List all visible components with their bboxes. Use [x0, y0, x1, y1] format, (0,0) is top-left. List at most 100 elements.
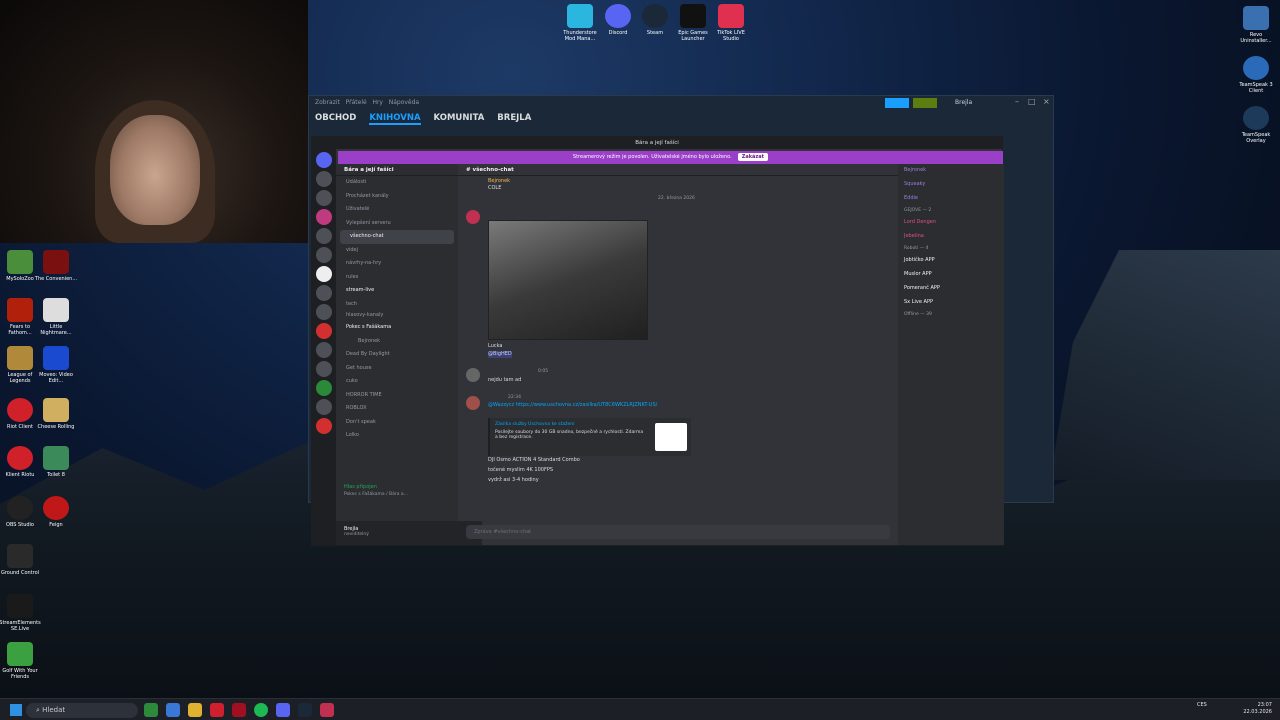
voice-channel-get-house[interactable]: Get house [336, 362, 458, 376]
maximize-icon[interactable]: □ [1028, 97, 1036, 106]
desktop-icon-ground-control[interactable]: Ground Control [0, 544, 42, 576]
app-icon[interactable] [210, 703, 224, 717]
voice-channel-horror[interactable]: HORROR TIME [336, 389, 458, 403]
server-icon[interactable] [316, 361, 332, 377]
category-voice[interactable]: hlasovy-kanaly [336, 311, 458, 321]
server-icon[interactable] [316, 323, 332, 339]
server-icon-home[interactable] [316, 152, 332, 168]
desktop-icon-teamspeak[interactable]: TeamSpeak 3 Client [1234, 56, 1278, 94]
close-icon[interactable]: × [1043, 97, 1050, 106]
server-icon[interactable] [316, 247, 332, 263]
voice-channel-cuko[interactable]: cuko [336, 375, 458, 389]
avatar[interactable] [466, 396, 480, 410]
spotify-icon[interactable] [254, 703, 268, 717]
desktop-icon-feign[interactable]: Feign [34, 496, 78, 528]
server-icon[interactable] [316, 342, 332, 358]
server-name[interactable]: Bára a její fašíci [336, 164, 458, 176]
discord-taskbar-icon[interactable] [276, 703, 290, 717]
desktop-icon-tiktok[interactable]: TikTok LIVE Studio [709, 4, 753, 42]
member-item[interactable]: Sx Live APP [898, 296, 1004, 310]
menu-browse-channels[interactable]: Procházet kanály [336, 190, 458, 204]
member-item[interactable]: Lord Dengen [898, 216, 1004, 230]
message-author[interactable]: Bejronek [488, 178, 510, 185]
member-item[interactable]: Eddie [898, 192, 1004, 206]
voice-channel-pokec[interactable]: Pokec s Fašákama [336, 321, 458, 335]
menu-events[interactable]: Události [336, 176, 458, 190]
voice-user-bejronek[interactable]: Bejronek [336, 335, 458, 349]
steam-nav-profile[interactable]: BREJLA [497, 113, 531, 123]
clock-time[interactable]: 23:07 [1258, 702, 1272, 708]
server-icon[interactable] [316, 266, 332, 282]
member-item[interactable]: Pomeranč APP [898, 282, 1004, 296]
desktop-icon-teamspeak-overlay[interactable]: TeamSpeak Overlay [1234, 106, 1278, 144]
channel-tech[interactable]: tech [336, 298, 458, 312]
system-tray[interactable]: CES 23:07 22.03.2026 [1197, 702, 1272, 716]
message-link[interactable]: @Wazzycz https://www.uschovna.cz/zasilka… [488, 402, 657, 409]
steam-menu-help[interactable]: Nápověda [389, 99, 419, 106]
channel-videj[interactable]: videj [336, 244, 458, 258]
voice-channel-dbd[interactable]: Dead By Daylight [336, 348, 458, 362]
chrome-icon[interactable] [166, 703, 180, 717]
member-item[interactable]: Jobtičko APP [898, 254, 1004, 268]
message-mention[interactable]: @BigHED [488, 351, 512, 358]
desktop-icon-golf[interactable]: Golf With Your Friends [0, 642, 42, 680]
voice-channel-dont-speak[interactable]: Don't speak [336, 416, 458, 430]
desktop-icon-moveo[interactable]: Moveo: Video Edit... [34, 346, 78, 384]
steam-nav-store[interactable]: OBCHOD [315, 113, 356, 123]
desktop-icon-toilet[interactable]: Toilet 8 [34, 446, 78, 478]
desktop-icon-convenience[interactable]: The Convenien... [34, 250, 78, 282]
desktop-icon-cheese[interactable]: Cheese Rolling [34, 398, 78, 430]
steam-menu-friends[interactable]: Přátelé [346, 99, 367, 106]
member-item[interactable]: Bejronek [898, 164, 1004, 178]
desktop-icon-little-nightmares[interactable]: Little Nightmare... [34, 298, 78, 336]
app-icon[interactable] [320, 703, 334, 717]
server-icon[interactable] [316, 190, 332, 206]
steam-menu-games[interactable]: Hry [372, 99, 383, 106]
banner-disable-button[interactable]: Zakázat [737, 153, 769, 161]
message-image[interactable] [488, 220, 648, 340]
server-icon[interactable] [316, 380, 332, 396]
channel-vsechno-chat[interactable]: všechno-chat [340, 230, 454, 244]
server-icon[interactable] [316, 418, 332, 434]
avatar[interactable] [466, 210, 480, 224]
steam-menu-view[interactable]: Zobrazit [315, 99, 340, 106]
server-icon[interactable] [316, 209, 332, 225]
steam-notify-icon[interactable] [913, 98, 937, 108]
channel-stream-live[interactable]: stream-live [336, 284, 458, 298]
app-icon[interactable] [232, 703, 246, 717]
message-input[interactable]: Zpráva #všechno-chat [466, 525, 890, 539]
steam-broadcast-icon[interactable] [885, 98, 909, 108]
discord-window[interactable]: Bára a její fašíci Streamerový režim je … [311, 136, 1004, 546]
desktop-icon-streamelements[interactable]: StreamElements SE.Live [0, 594, 42, 632]
voice-connected-status[interactable]: Hlas připojen [344, 484, 377, 490]
steam-nav-community[interactable]: KOMUNITA [434, 113, 485, 123]
member-item[interactable]: Jebelina [898, 230, 1004, 244]
language-indicator[interactable]: CES [1197, 702, 1207, 708]
menu-members[interactable]: Uživatelé [336, 203, 458, 217]
server-icon[interactable] [316, 171, 332, 187]
member-item[interactable]: Muslor APP [898, 268, 1004, 282]
desktop-icon-revo[interactable]: Revo Uninstaller... [1234, 6, 1278, 44]
server-icon[interactable] [316, 228, 332, 244]
xbox-icon[interactable] [144, 703, 158, 717]
link-embed[interactable]: Zásilka služby Úschovna ke stažení Posíl… [488, 418, 691, 456]
channel-rules[interactable]: rules [336, 271, 458, 285]
voice-channel-lolko[interactable]: Lolko [336, 429, 458, 443]
menu-server-boost[interactable]: Vylepšení serveru [336, 217, 458, 231]
steam-user-name[interactable]: Brejla [955, 99, 972, 106]
channel-navrhy[interactable]: návrhy-na-hry [336, 257, 458, 271]
voice-channel-roblox[interactable]: ROBLOX [336, 402, 458, 416]
server-icon[interactable] [316, 285, 332, 301]
explorer-icon[interactable] [188, 703, 202, 717]
minimize-icon[interactable]: – [1015, 97, 1019, 106]
taskbar-search[interactable]: ⌕ Hledat [26, 703, 138, 718]
steam-taskbar-icon[interactable] [298, 703, 312, 717]
server-icon[interactable] [316, 399, 332, 415]
steam-nav-library[interactable]: KNIHOVNA [369, 113, 421, 125]
clock-date[interactable]: 22.03.2026 [1243, 709, 1272, 715]
streamer-face [110, 115, 200, 225]
avatar[interactable] [466, 368, 480, 382]
start-icon[interactable] [10, 704, 22, 716]
server-icon[interactable] [316, 304, 332, 320]
member-item[interactable]: Squeaky [898, 178, 1004, 192]
